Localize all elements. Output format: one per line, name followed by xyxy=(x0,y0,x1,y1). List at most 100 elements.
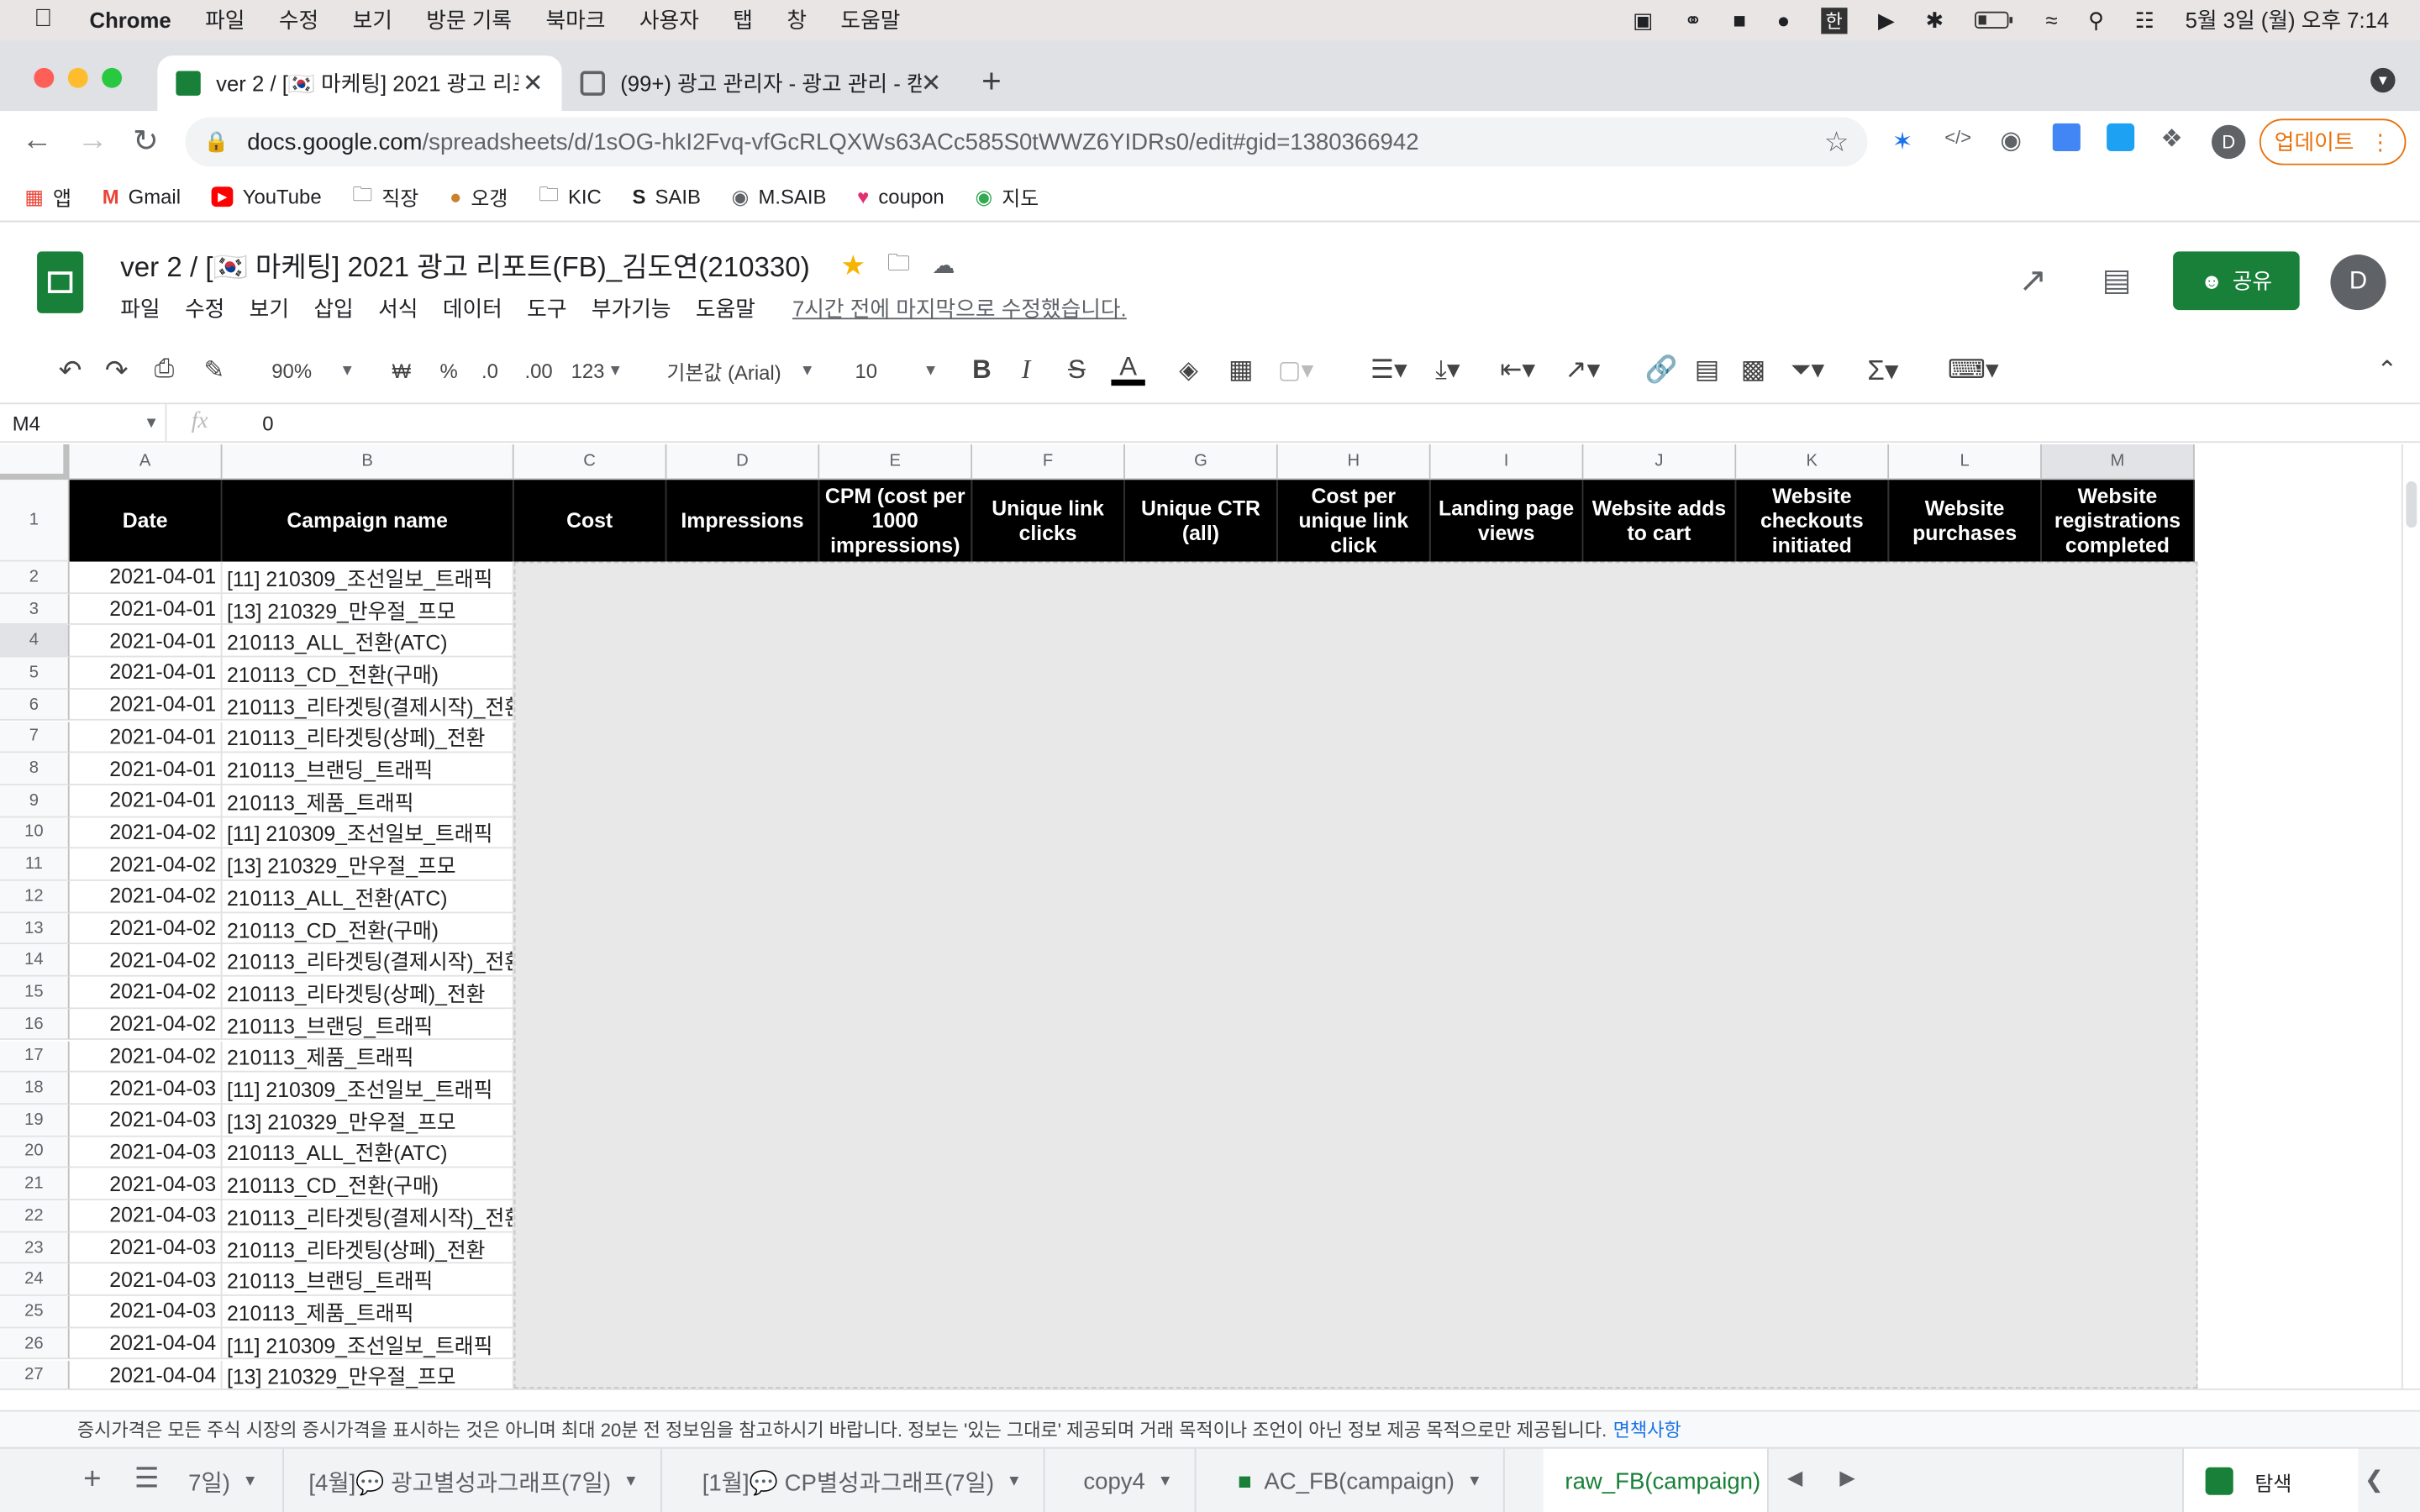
date-cell[interactable]: 2021-04-02 xyxy=(69,1040,223,1073)
input-method-indicator[interactable]: 한 xyxy=(1820,7,1848,34)
browser-tab-active[interactable]: ver 2 / [🇰🇷 마케팅] 2021 광고 리포 ✕ xyxy=(157,55,562,112)
star-icon[interactable]: ★ xyxy=(840,249,865,282)
redo-icon[interactable]: ↷ xyxy=(105,339,129,401)
campaign-cell[interactable]: 210113_리타겟팅(상페)_전환 xyxy=(222,721,514,753)
header-cell[interactable]: Date xyxy=(69,480,223,562)
update-button[interactable]: 업데이트 ⋮ xyxy=(2259,118,2407,165)
campaign-cell[interactable]: [13] 210329_만우절_프모 xyxy=(222,848,514,881)
date-cell[interactable]: 2021-04-02 xyxy=(69,880,223,913)
apple-icon[interactable]:  xyxy=(34,6,52,34)
row-header[interactable]: 1 xyxy=(0,480,70,562)
campaign-cell[interactable]: 210113_ALL_전환(ATC) xyxy=(222,880,514,913)
column-header-h[interactable]: H xyxy=(1277,444,1431,480)
header-cell[interactable]: Unique CTR (all) xyxy=(1124,480,1278,562)
menu-addons[interactable]: 부가기능 xyxy=(592,293,671,324)
campaign-cell[interactable]: 210113_리타겟팅(결제시작)_전환 xyxy=(222,944,514,977)
creative-cloud-icon[interactable]: ⚭ xyxy=(1684,7,1702,33)
sheet-tab[interactable]: ■ AC_FB(campaign) ▼ xyxy=(1216,1448,1506,1512)
row-header[interactable]: 22 xyxy=(0,1200,70,1232)
forward-icon[interactable]: → xyxy=(77,123,108,159)
campaign-cell[interactable]: 210113_제품_트래픽 xyxy=(222,1296,514,1328)
sheet-tab-active[interactable]: raw_FB(campaign) xyxy=(1543,1448,1769,1512)
campaign-cell[interactable]: 210113_CD_전환(구매) xyxy=(222,912,514,945)
header-cell[interactable]: Website registrations completed xyxy=(2041,480,2195,562)
extensions-puzzle-icon[interactable]: ❖ xyxy=(2160,123,2182,155)
column-header-d[interactable]: D xyxy=(666,444,820,480)
header-cell[interactable]: Cost xyxy=(513,480,667,562)
date-cell[interactable]: 2021-04-02 xyxy=(69,976,223,1009)
bookmark-youtube[interactable]: ▶ YouTube xyxy=(211,185,322,208)
bookmark-apps[interactable]: ▦ 앱 xyxy=(24,182,71,212)
insert-comment-icon[interactable]: ▤ xyxy=(1695,339,1720,401)
header-cell[interactable]: Website purchases xyxy=(1889,480,2042,562)
scroll-thumb[interactable] xyxy=(2406,481,2417,528)
campaign-cell[interactable]: 210113_리타겟팅(결제시작)_전환 xyxy=(222,689,514,722)
date-cell[interactable]: 2021-04-01 xyxy=(69,753,223,785)
screen-record-icon[interactable]: ▣ xyxy=(1633,7,1653,33)
mac-menu-item[interactable]: 보기 xyxy=(353,5,392,36)
date-cell[interactable]: 2021-04-02 xyxy=(69,944,223,977)
date-cell[interactable]: 2021-04-03 xyxy=(69,1200,223,1232)
campaign-cell[interactable]: [13] 210329_만우절_프모 xyxy=(222,593,514,626)
currency-button[interactable]: ₩ xyxy=(392,339,412,401)
date-cell[interactable]: 2021-04-01 xyxy=(69,785,223,817)
campaign-cell[interactable]: 210113_제품_트래픽 xyxy=(222,785,514,817)
column-header-c[interactable]: C xyxy=(513,444,667,480)
chat-icon[interactable]: ● xyxy=(1777,8,1791,32)
row-header[interactable]: 23 xyxy=(0,1231,70,1264)
app-icon[interactable]: ■ xyxy=(1733,8,1746,32)
input-tools-icon[interactable]: ⌨▾ xyxy=(1948,339,1999,401)
undo-icon[interactable]: ↶ xyxy=(59,339,82,401)
address-bar[interactable]: 🔒 docs.google.com /spreadsheets/d/1sOG-h… xyxy=(185,117,1868,167)
mac-menu-item[interactable]: 방문 기록 xyxy=(426,5,512,36)
date-cell[interactable]: 2021-04-03 xyxy=(69,1168,223,1200)
date-cell[interactable]: 2021-04-03 xyxy=(69,1072,223,1105)
date-cell[interactable]: 2021-04-03 xyxy=(69,1104,223,1137)
move-folder-icon[interactable]: 🗀 xyxy=(887,246,911,285)
campaign-cell[interactable]: [13] 210329_만우절_프모 xyxy=(222,1360,514,1389)
menu-view[interactable]: 보기 xyxy=(250,293,289,324)
row-header[interactable]: 8 xyxy=(0,753,70,785)
menu-data[interactable]: 데이터 xyxy=(443,293,502,324)
play-icon[interactable]: ▶ xyxy=(1878,7,1895,33)
column-header-g[interactable]: G xyxy=(1124,444,1278,480)
campaign-cell[interactable]: 210113_브랜딩_트래픽 xyxy=(222,1263,514,1296)
print-icon[interactable]: ⎙ xyxy=(155,339,175,401)
paint-format-icon[interactable]: ✎ xyxy=(203,339,224,401)
date-cell[interactable]: 2021-04-04 xyxy=(69,1328,223,1361)
bluetooth-icon[interactable]: ✱ xyxy=(1926,7,1944,33)
date-cell[interactable]: 2021-04-01 xyxy=(69,593,223,626)
all-sheets-icon[interactable]: ☰ xyxy=(134,1462,160,1495)
spreadsheet-grid[interactable]: ABCDEFGHIJKLM 1 2 3 4 5 6 7 8 9 10 11 12 13 14 15 16 17 1… xyxy=(0,444,2402,1389)
bookmark-msaib[interactable]: ◉ M.SAIB xyxy=(732,184,827,208)
row-header[interactable]: 27 xyxy=(0,1360,70,1389)
align-horizontal-icon[interactable]: ☰▾ xyxy=(1370,339,1407,401)
row-header[interactable]: 10 xyxy=(0,816,70,849)
strikethrough-button[interactable]: S xyxy=(1068,339,1086,401)
battery-icon[interactable] xyxy=(1975,11,2015,29)
bold-button[interactable]: B xyxy=(972,339,992,401)
campaign-cell[interactable]: 210113_리타겟팅(결제시작)_전환 xyxy=(222,1200,514,1232)
header-cell[interactable]: Website checkouts initiated xyxy=(1736,480,1890,562)
search-icon[interactable]: ⚲ xyxy=(2088,7,2104,33)
percent-button[interactable]: % xyxy=(439,339,457,401)
font-size-select[interactable]: 10 ▼ xyxy=(855,339,939,401)
date-cell[interactable]: 2021-04-01 xyxy=(69,561,223,594)
menu-help[interactable]: 도움말 xyxy=(696,293,755,324)
campaign-cell[interactable]: 210113_CD_전환(구매) xyxy=(222,1168,514,1200)
menubar-clock[interactable]: 5월 3일 (월) 오후 7:14 xyxy=(2186,5,2390,36)
mac-menu-item[interactable]: 수정 xyxy=(279,5,318,36)
row-header[interactable]: 5 xyxy=(0,657,70,690)
header-cell[interactable]: Unique link clicks xyxy=(972,480,1125,562)
mac-menu-item[interactable]: 도움말 xyxy=(840,5,900,36)
window-zoom-button[interactable] xyxy=(102,67,123,88)
date-cell[interactable]: 2021-04-03 xyxy=(69,1263,223,1296)
collapse-toolbar-icon[interactable]: ⌃ xyxy=(2377,339,2398,401)
bookmark-saib[interactable]: S SAIB xyxy=(633,185,701,208)
font-select[interactable]: 기본값 (Arial) ▼ xyxy=(666,339,814,401)
bookmark-folder[interactable]: 🗀 직장 xyxy=(352,180,418,213)
bookmark-gmail[interactable]: M Gmail xyxy=(103,185,181,208)
column-header-k[interactable]: K xyxy=(1736,444,1890,480)
row-header[interactable]: 20 xyxy=(0,1136,70,1168)
borders-icon[interactable]: ▦ xyxy=(1228,339,1254,401)
